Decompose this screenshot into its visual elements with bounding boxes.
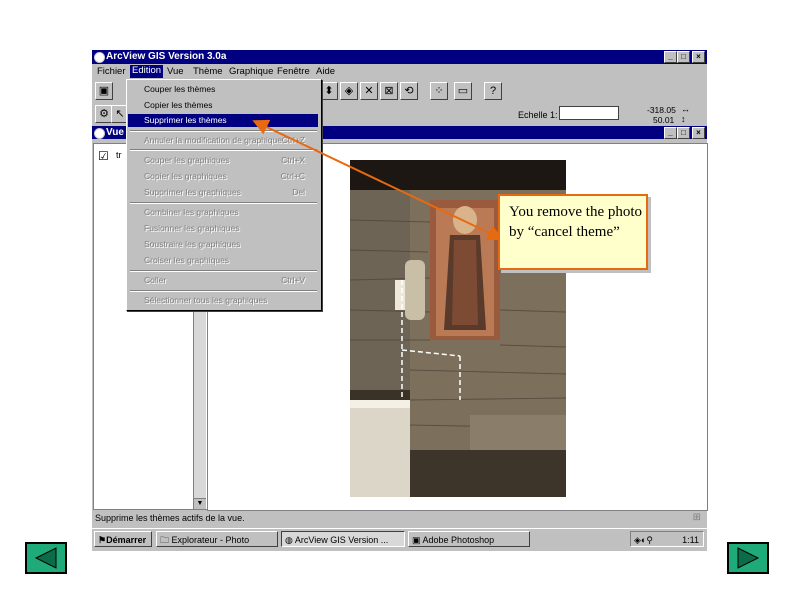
system-tray: ◈◐⚲ 1:11	[630, 531, 704, 547]
windows-logo-icon: ⚑	[98, 535, 107, 545]
taskbar: ⚑Démarrer 🗀 Explorateur - Photo ◍ ArcVie…	[92, 528, 707, 551]
taskbar-item-photoshop[interactable]: ▣ Adobe Photoshop	[408, 531, 530, 547]
prev-arrow-icon	[34, 547, 57, 569]
status-bar: Supprime les thèmes actifs de la vue. ⊞	[92, 510, 707, 526]
clock: 1:11	[682, 535, 699, 545]
photoshop-icon: ▣	[412, 535, 421, 545]
status-text: Supprime les thèmes actifs de la vue.	[95, 513, 245, 523]
next-slide-button[interactable]	[727, 542, 769, 574]
callout-text: You remove the photo by “cancel theme”	[509, 204, 643, 240]
next-arrow-icon	[737, 547, 760, 569]
start-button[interactable]: ⚑Démarrer	[94, 531, 152, 547]
resize-grip-icon[interactable]: ⊞	[693, 512, 701, 523]
tray-icons[interactable]: ◈◐⚲	[634, 535, 653, 545]
folder-icon: 🗀	[160, 535, 170, 545]
taskbar-item-arcview[interactable]: ◍ ArcView GIS Version ...	[281, 531, 405, 547]
globe-icon: ◍	[285, 535, 293, 545]
instruction-callout: You remove the photo by “cancel theme”	[498, 194, 648, 270]
previous-slide-button[interactable]	[25, 542, 67, 574]
taskbar-item-explorateur[interactable]: 🗀 Explorateur - Photo	[156, 531, 278, 547]
